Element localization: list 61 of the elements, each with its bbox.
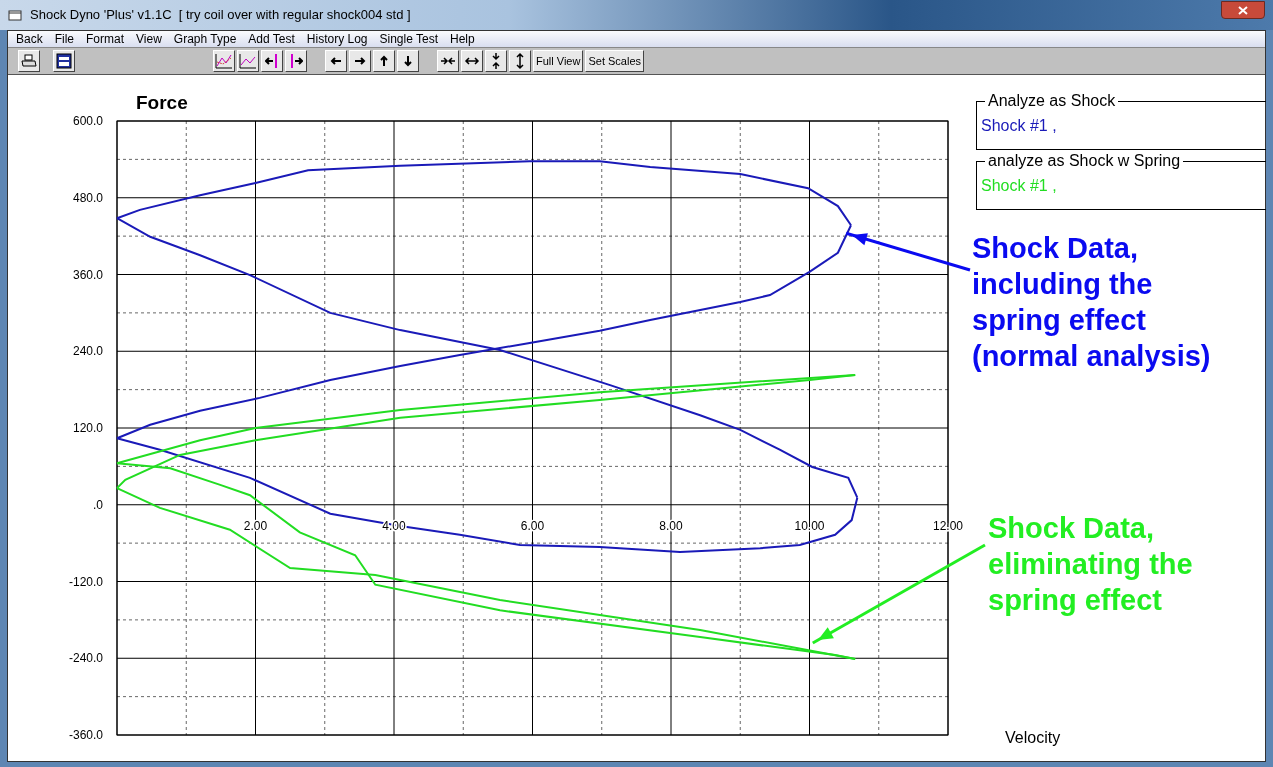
y-tick-label: -360.0 [68, 728, 103, 742]
left-arrow-icon [330, 55, 342, 67]
squeeze-horizontal-icon [440, 55, 456, 67]
stretch-vertical-icon [514, 52, 526, 70]
y-tick-label: -120.0 [68, 574, 103, 589]
toolbar-button[interactable] [213, 50, 235, 72]
toolbar-button[interactable] [485, 50, 507, 72]
arrow-bar-icon [289, 53, 303, 69]
annotation-text: Shock Data, eliminating the spring effect [988, 512, 1193, 616]
toolbar-button[interactable] [373, 50, 395, 72]
menu-item[interactable]: Graph Type [167, 30, 243, 48]
close-button[interactable] [1221, 1, 1265, 19]
menu-item[interactable]: Back [10, 30, 49, 48]
app-icon [8, 9, 22, 21]
chart-title: Force [136, 92, 188, 113]
y-tick-label: -240.0 [68, 651, 103, 666]
stretch-horizontal-icon [464, 55, 480, 67]
legend-entry: Shock #1 , [981, 177, 1057, 194]
annotation-text: Shock Data, including the spring effect (normal analysis) [972, 232, 1211, 372]
toolbar-button[interactable] [285, 50, 307, 72]
y-tick-label: .0 [93, 497, 103, 512]
toolbar-button[interactable] [397, 50, 419, 72]
legend-entry: Shock #1 , [981, 117, 1057, 134]
y-tick-label: 600.0 [72, 114, 103, 128]
menu-item[interactable]: Format [80, 30, 131, 48]
menu-item[interactable]: History Log [300, 30, 374, 48]
menu-item[interactable]: Single Test [373, 30, 444, 48]
toolbar-button[interactable] [237, 50, 259, 72]
menu-item[interactable]: View [130, 30, 168, 48]
toolbar-button[interactable] [349, 50, 371, 72]
legend-title: analyze as Shock w Spring [985, 152, 1184, 170]
toolbar-button[interactable] [261, 50, 283, 72]
y-tick-label: 480.0 [72, 190, 103, 205]
close-icon [1238, 5, 1248, 15]
x-axis-label: Velocity [1005, 729, 1061, 746]
toolbar-button[interactable] [325, 50, 347, 72]
toolbar-button[interactable]: Set Scales [585, 50, 645, 72]
menu-item[interactable]: File [48, 30, 81, 48]
menu-item[interactable]: Add Test [242, 30, 301, 48]
y-tick-label: 120.0 [72, 421, 103, 435]
squeeze-vertical-icon [490, 52, 502, 70]
toolbar-button[interactable]: Full View [533, 50, 584, 72]
chart-icon [215, 53, 233, 69]
down-arrow-icon [402, 55, 414, 67]
arrow-bar-icon [265, 53, 279, 69]
menu-item[interactable]: Help [444, 30, 481, 48]
legend-title: Analyze as Shock [985, 92, 1119, 110]
chart-icon [239, 53, 257, 69]
toolbar-button[interactable] [437, 50, 459, 72]
right-arrow-icon [354, 55, 366, 67]
up-arrow-icon [378, 55, 390, 67]
toolbar-button[interactable] [18, 50, 40, 72]
y-tick-label: 360.0 [72, 267, 103, 282]
toolbar-button[interactable] [53, 50, 75, 72]
window-icon [56, 53, 72, 69]
window-title: Shock Dyno 'Plus' v1.1C [ try coil over with regular shock004 std ] [30, 6, 411, 25]
x-tick-label: 8.00 [659, 518, 683, 533]
toolbar-button[interactable] [509, 50, 531, 72]
printer-icon [21, 54, 37, 68]
y-tick-label: 240.0 [72, 344, 103, 359]
toolbar-button[interactable] [461, 50, 483, 72]
